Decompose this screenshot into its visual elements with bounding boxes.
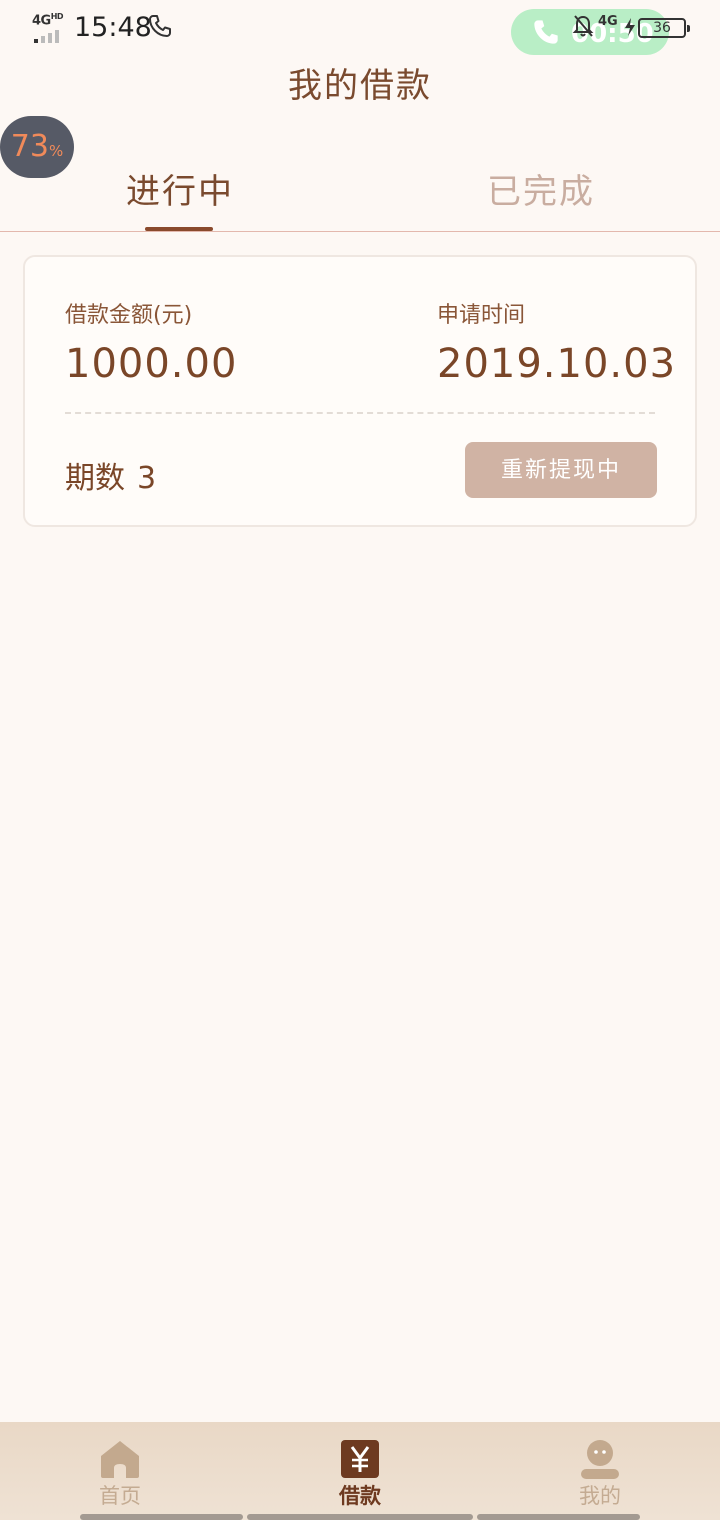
withdraw-status-button[interactable]: 重新提现中 xyxy=(465,442,657,498)
loan-card[interactable]: 借款金额(元) 申请时间 1000.00 2019.10.03 期数 3 重新提现… xyxy=(23,255,697,527)
nav-item-loan[interactable]: 借款 xyxy=(300,1422,420,1520)
nav-item-mine[interactable]: 我的 xyxy=(540,1422,660,1520)
badge-value: 73 xyxy=(10,129,49,164)
status-bar: 4GHD 15:48 00:50 4G 36 xyxy=(0,0,720,56)
page-title: 我的借款 xyxy=(288,66,432,106)
bottom-nav: 首页 借款 我的 xyxy=(0,1422,720,1520)
periods-info: 期数 3 xyxy=(65,453,156,497)
user-icon xyxy=(581,1440,619,1479)
nav-item-home[interactable]: 首页 xyxy=(60,1422,180,1520)
yen-icon xyxy=(341,1440,379,1478)
phone-icon xyxy=(149,15,171,37)
apply-date-value: 2019.10.03 xyxy=(437,341,677,387)
card-divider xyxy=(65,412,655,414)
active-tab-indicator xyxy=(145,227,213,231)
periods-value: 3 xyxy=(137,461,157,496)
signal-bars-icon xyxy=(34,30,59,43)
status-right-icons: 4G 36 xyxy=(572,14,692,42)
gesture-bar-right xyxy=(477,1514,640,1520)
gesture-bar-left xyxy=(80,1514,243,1520)
network-type-right: 4G xyxy=(598,14,618,29)
page: 4GHD 15:48 00:50 4G 36 我的借款 进行中 已完成 73% … xyxy=(0,0,720,1520)
battery-icon: 36 xyxy=(638,18,690,38)
gesture-bar-center xyxy=(247,1514,473,1520)
home-icon xyxy=(101,1441,139,1478)
loan-amount-label: 借款金额(元) xyxy=(65,303,193,328)
tab-completed[interactable]: 已完成 xyxy=(487,164,595,213)
nav-label-home: 首页 xyxy=(99,1484,141,1508)
charging-icon xyxy=(625,18,635,36)
signal-indicator: 4GHD xyxy=(32,12,66,43)
status-time: 15:48 xyxy=(74,12,152,43)
battery-level: 36 xyxy=(653,20,671,36)
nav-label-loan: 借款 xyxy=(339,1484,381,1508)
floating-percentage-badge[interactable]: 73% xyxy=(0,116,74,178)
apply-date-label: 申请时间 xyxy=(437,303,526,328)
loan-amount-value: 1000.00 xyxy=(65,341,238,387)
network-type: 4G xyxy=(32,13,51,29)
periods-label: 期数 xyxy=(65,461,125,496)
network-hd: HD xyxy=(50,12,64,21)
call-phone-icon xyxy=(534,20,558,44)
muted-bell-icon xyxy=(572,15,594,37)
tab-in-progress[interactable]: 进行中 xyxy=(126,164,234,213)
nav-label-mine: 我的 xyxy=(579,1484,621,1508)
badge-unit: % xyxy=(48,142,64,160)
tab-bar: 进行中 已完成 xyxy=(0,150,720,232)
